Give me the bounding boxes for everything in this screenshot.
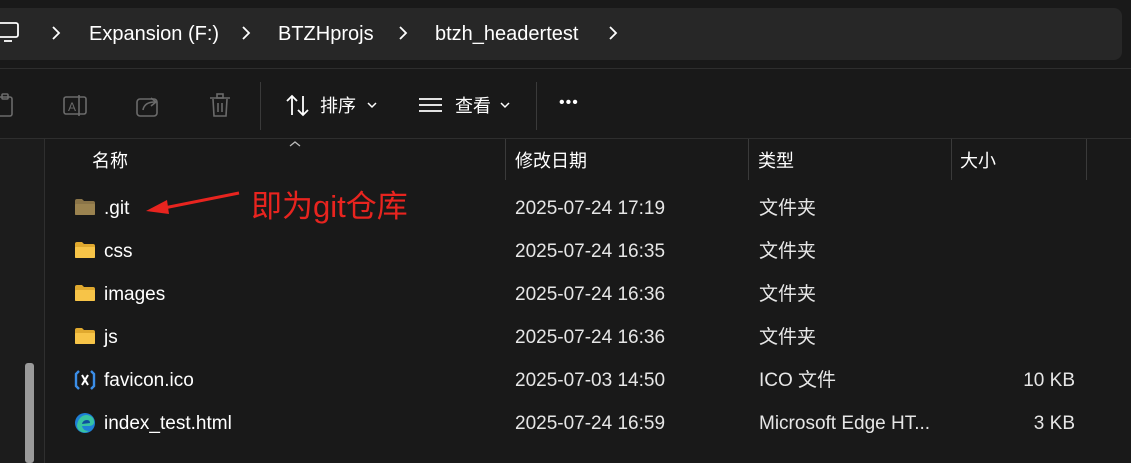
sort-icon[interactable] (284, 93, 312, 119)
folder-icon (75, 328, 95, 344)
more-options-button[interactable]: ••• (559, 90, 579, 116)
file-modified: 2025-07-24 16:35 (515, 241, 666, 262)
file-row[interactable]: js 2025-07-24 16:36 文件夹 (46, 316, 1131, 359)
file-row[interactable]: index_test.html 2025-07-24 16:59 Microso… (46, 402, 1131, 445)
file-name[interactable]: .git (104, 196, 129, 222)
file-name[interactable]: js (104, 325, 118, 351)
view-icon[interactable] (418, 96, 444, 116)
paste-icon[interactable] (0, 93, 16, 119)
chevron-right-icon[interactable] (50, 24, 62, 42)
chevron-right-icon[interactable] (607, 24, 619, 42)
breadcrumb-item-drive[interactable]: Expansion (F:) (89, 20, 219, 48)
breadcrumb-item-current[interactable]: btzh_headertest (435, 20, 578, 48)
chevron-right-icon[interactable] (240, 24, 252, 42)
annotation-text: 即为git仓库 (251, 189, 408, 224)
column-separator[interactable] (748, 139, 749, 180)
share-icon[interactable] (135, 93, 163, 119)
column-header-modified[interactable]: 修改日期 (515, 148, 587, 174)
column-header-type[interactable]: 类型 (758, 148, 794, 174)
annotation-arrow-icon (146, 191, 240, 214)
column-header-size[interactable]: 大小 (960, 148, 996, 174)
file-type: 文件夹 (759, 284, 817, 305)
file-modified: 2025-07-03 14:50 (515, 370, 666, 391)
divider (0, 138, 1131, 139)
ico-file-icon (74, 370, 96, 390)
file-name[interactable]: css (104, 239, 133, 265)
view-button[interactable]: 查看 (455, 93, 491, 119)
column-separator[interactable] (1086, 139, 1087, 180)
file-modified: 2025-07-24 16:36 (515, 327, 666, 348)
this-pc-icon[interactable] (0, 22, 22, 44)
file-type: 文件夹 (759, 327, 817, 348)
toolbar-divider (536, 82, 537, 130)
file-type: 文件夹 (759, 241, 817, 262)
sort-ascending-icon (289, 141, 301, 147)
chevron-down-icon[interactable] (366, 100, 378, 110)
file-type: 文件夹 (759, 198, 817, 219)
file-modified: 2025-07-24 17:19 (515, 198, 666, 219)
file-name[interactable]: images (104, 282, 165, 308)
file-size: 10 KB (1023, 370, 1075, 391)
edge-html-icon (75, 413, 95, 433)
file-type: Microsoft Edge HT... (759, 413, 931, 434)
delete-icon[interactable] (208, 93, 234, 119)
folder-git-icon (75, 199, 95, 215)
pane-splitter[interactable] (44, 139, 45, 463)
column-separator[interactable] (505, 139, 506, 180)
file-name[interactable]: favicon.ico (104, 368, 194, 394)
divider (0, 68, 1131, 69)
folder-icon (75, 285, 95, 301)
column-separator[interactable] (951, 139, 952, 180)
navigation-pane (0, 139, 44, 463)
file-row[interactable]: images 2025-07-24 16:36 文件夹 (46, 273, 1131, 316)
svg-text:A: A (68, 100, 76, 114)
file-type: ICO 文件 (759, 370, 837, 391)
breadcrumb-item-folder[interactable]: BTZHprojs (278, 20, 374, 48)
file-name[interactable]: index_test.html (104, 411, 232, 437)
sort-button[interactable]: 排序 (320, 93, 356, 119)
file-row[interactable]: favicon.ico 2025-07-03 14:50 ICO 文件 10 K… (46, 359, 1131, 402)
chevron-right-icon[interactable] (397, 24, 409, 42)
rename-icon[interactable]: A (62, 93, 90, 119)
navigation-scrollbar[interactable] (25, 363, 34, 463)
file-modified: 2025-07-24 16:59 (515, 413, 666, 434)
file-modified: 2025-07-24 16:36 (515, 284, 666, 305)
file-row[interactable]: css 2025-07-24 16:35 文件夹 (46, 230, 1131, 273)
chevron-down-icon[interactable] (499, 100, 511, 110)
file-size: 3 KB (1033, 413, 1075, 434)
folder-icon (75, 242, 95, 258)
toolbar-divider (260, 82, 261, 130)
column-header-name[interactable]: 名称 (92, 148, 128, 174)
